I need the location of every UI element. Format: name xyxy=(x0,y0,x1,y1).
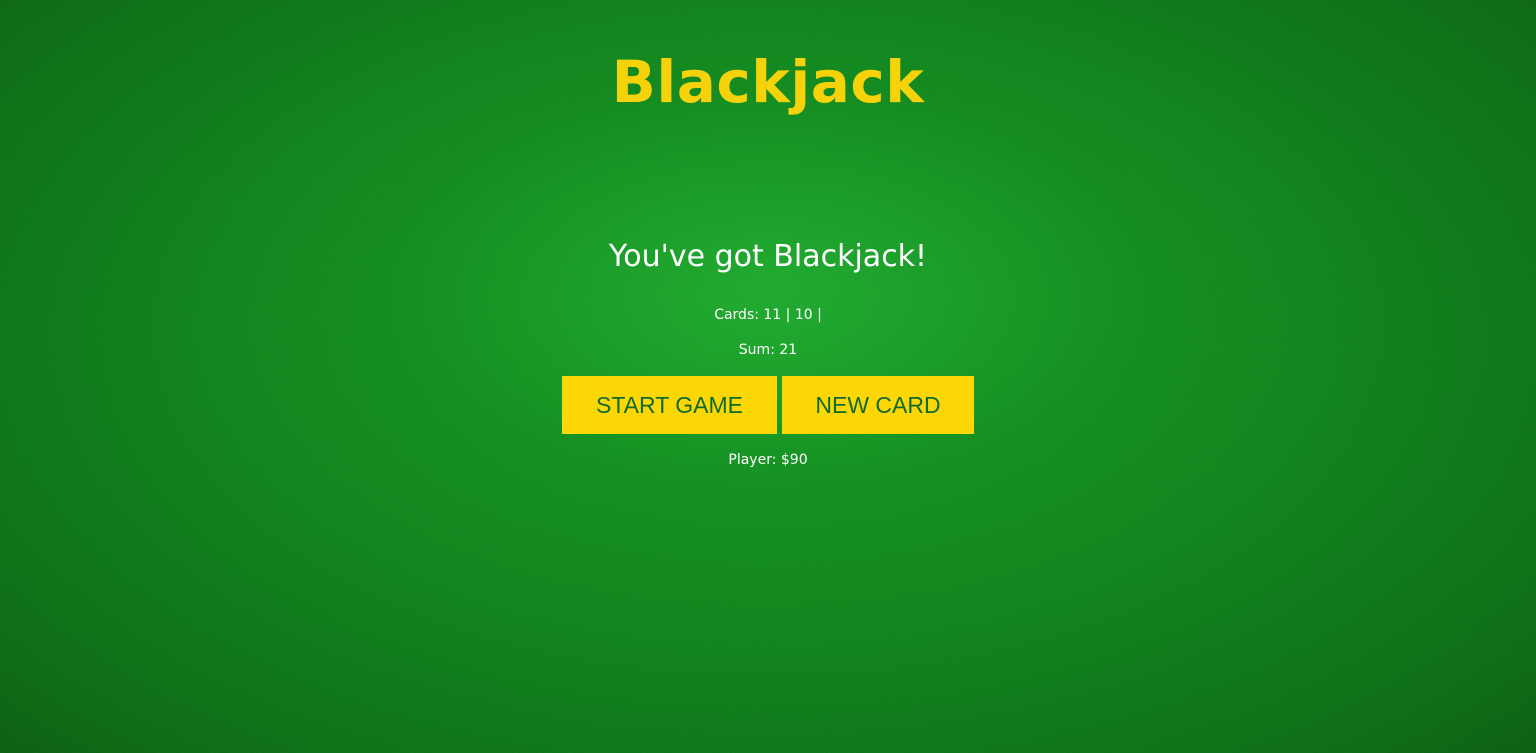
start-game-button[interactable]: START GAME xyxy=(562,376,777,434)
cards-text: Cards: 11 | 10 | xyxy=(714,307,822,323)
player-chips-text: Player: $90 xyxy=(728,452,808,468)
page-title: Blackjack xyxy=(611,48,925,116)
game-container: Blackjack You've got Blackjack! Cards: 1… xyxy=(0,0,1536,753)
new-card-button[interactable]: NEW CARD xyxy=(782,376,974,434)
sum-text: Sum: 21 xyxy=(738,342,798,358)
message-text: You've got Blackjack! xyxy=(608,239,928,274)
